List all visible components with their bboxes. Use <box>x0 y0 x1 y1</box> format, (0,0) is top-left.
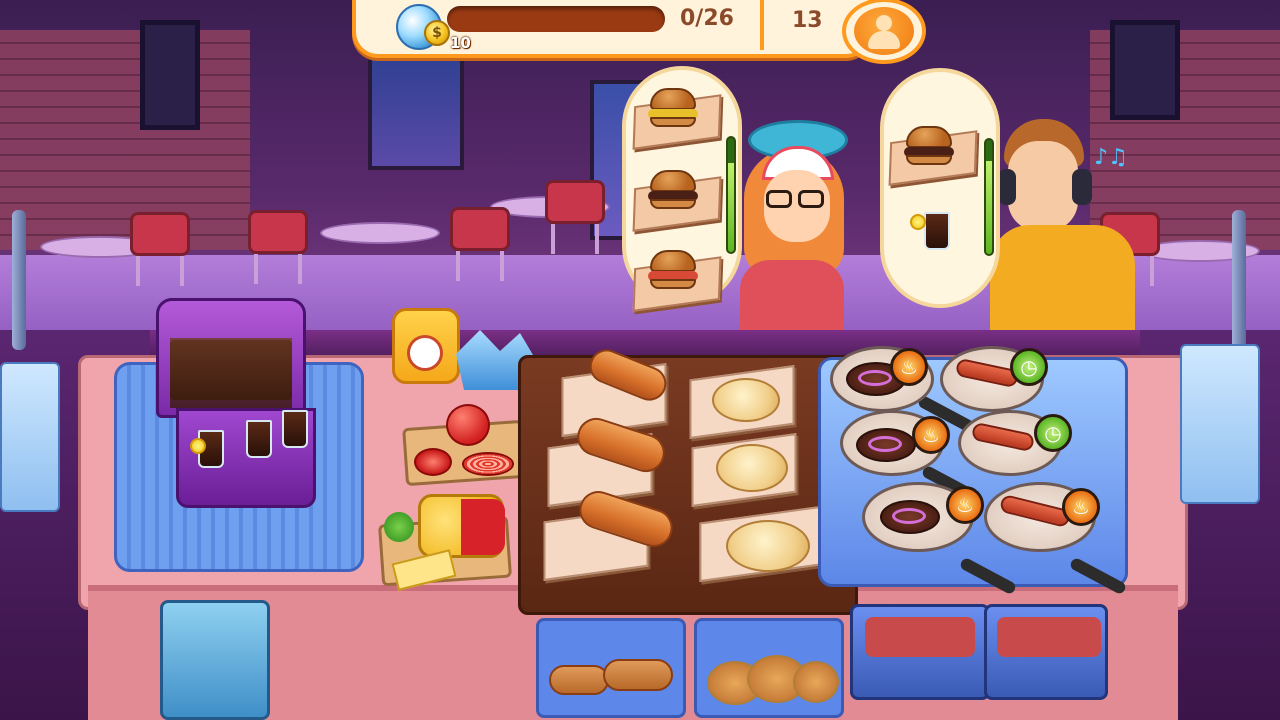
top-hud: $ 10 0/26 13 <box>352 0 930 64</box>
patience-meter <box>984 138 994 256</box>
chair <box>130 212 190 286</box>
tomato[interactable] <box>414 448 452 476</box>
cola-glass[interactable] <box>282 410 308 448</box>
rope-post-left <box>12 210 26 350</box>
dining-table <box>320 222 440 244</box>
goal-progress-text: 0/26 <box>680 6 734 31</box>
sausage-storage[interactable] <box>984 604 1108 700</box>
hud-divider <box>760 0 764 50</box>
onion-ring <box>892 508 926 524</box>
chair <box>545 180 605 254</box>
order-bubble-2[interactable] <box>880 68 1000 308</box>
hotdog-bun-storage[interactable] <box>536 618 686 718</box>
customer-girl-hat[interactable] <box>738 120 848 330</box>
rope-post-right <box>1232 210 1246 350</box>
cheese-wheel[interactable] <box>418 494 505 558</box>
order-bubble-1[interactable] <box>622 66 742 312</box>
clock-icon: ◷ <box>1010 348 1048 386</box>
order-item-burger-icon <box>648 170 698 210</box>
customers-count: 13 <box>792 8 823 33</box>
lemon-slice-icon <box>910 214 926 230</box>
takeout-boxes <box>0 362 60 512</box>
goal-progress-bar <box>447 6 665 32</box>
tomato[interactable] <box>446 404 490 446</box>
drink-dispenser[interactable] <box>156 298 316 518</box>
burger-bun-bottom[interactable] <box>712 378 780 422</box>
customer-icon <box>854 7 914 55</box>
wall-poster <box>1110 20 1180 120</box>
music-notes-icon: ♪♫ <box>1094 145 1128 170</box>
parsley <box>384 512 414 542</box>
patience-meter <box>726 136 736 254</box>
wall-poster <box>140 20 200 130</box>
burger-bun-storage[interactable] <box>694 618 844 718</box>
fire-icon: ♨ <box>1062 488 1100 526</box>
onion-ring <box>868 436 902 452</box>
chair <box>450 207 510 281</box>
chair <box>248 210 308 284</box>
coin-icon: $ <box>424 20 450 46</box>
clock-icon: ◷ <box>1034 414 1072 452</box>
onion-ring <box>858 370 892 386</box>
patty-storage[interactable] <box>850 604 990 700</box>
customer-boy-headphones[interactable]: ♪♫ <box>990 115 1140 330</box>
burger-bun-bottom[interactable] <box>726 520 810 572</box>
takeout-boxes <box>1180 344 1260 504</box>
customers-badge <box>842 0 926 64</box>
tomato-slices[interactable] <box>462 452 514 476</box>
lemon-slice-icon <box>190 438 206 454</box>
fire-icon: ♨ <box>890 348 928 386</box>
order-item-burger-icon <box>904 126 954 166</box>
order-item-burger-icon <box>648 88 698 128</box>
coin-count: 10 <box>450 34 471 52</box>
fire-icon: ♨ <box>912 416 950 454</box>
ketchup-bottle[interactable] <box>392 308 460 384</box>
trash-bin[interactable] <box>160 600 270 720</box>
burger-bun-bottom[interactable] <box>716 444 788 492</box>
brick-wall-left <box>0 30 250 250</box>
cola-glass[interactable] <box>246 420 272 458</box>
order-item-cola-icon <box>924 212 950 250</box>
game-scene: ♪♫ ♨ ◷ ♨ ◷ ♨ ♨ $ 10 0/26 13 <box>0 0 1280 720</box>
fire-icon: ♨ <box>946 486 984 524</box>
order-item-burger-icon <box>648 250 698 290</box>
